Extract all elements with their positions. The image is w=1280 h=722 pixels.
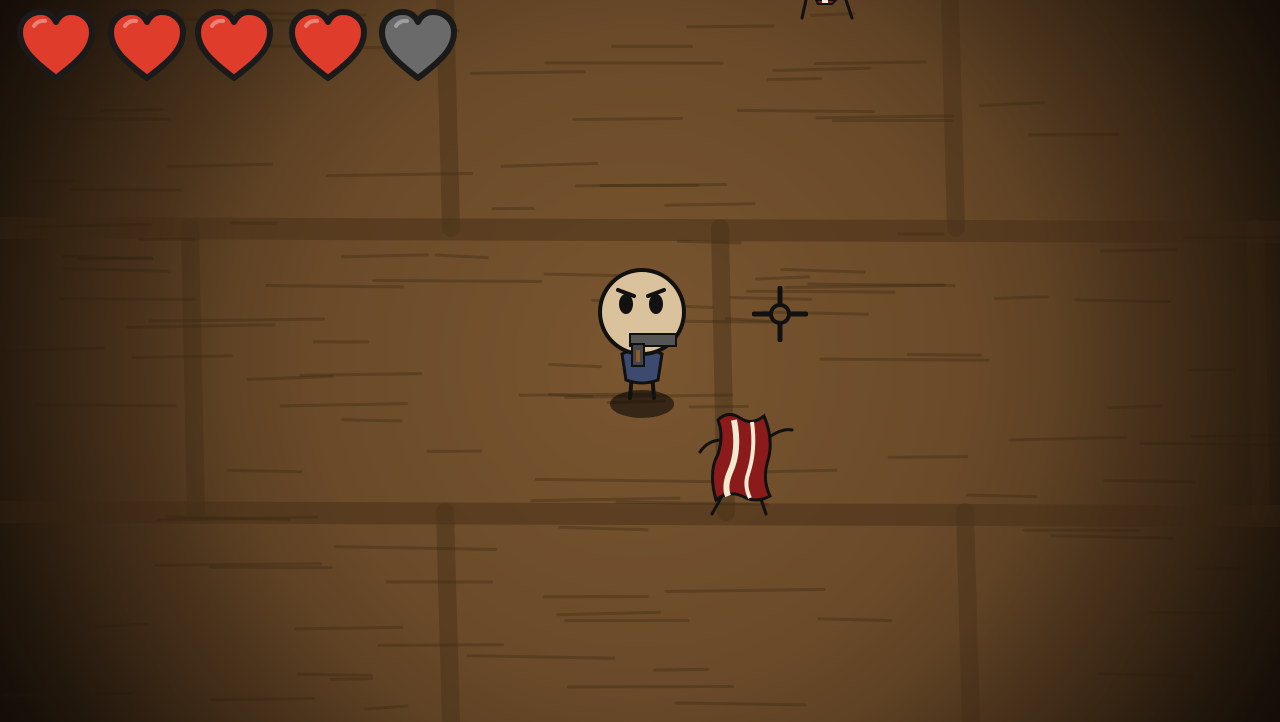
heart-empty-icon	[376, 8, 460, 84]
player-character	[598, 268, 686, 418]
game-viewport[interactable]	[0, 0, 1280, 722]
bacon-enemy	[698, 413, 794, 516]
bacon-enemy-partial	[800, 0, 854, 20]
heart-full-icon	[192, 8, 276, 84]
heart-full-icon	[286, 8, 370, 84]
heart-full-icon	[105, 8, 189, 84]
crosshair-icon	[752, 286, 808, 342]
health-bar	[14, 8, 474, 84]
heart-full-icon	[14, 8, 98, 84]
